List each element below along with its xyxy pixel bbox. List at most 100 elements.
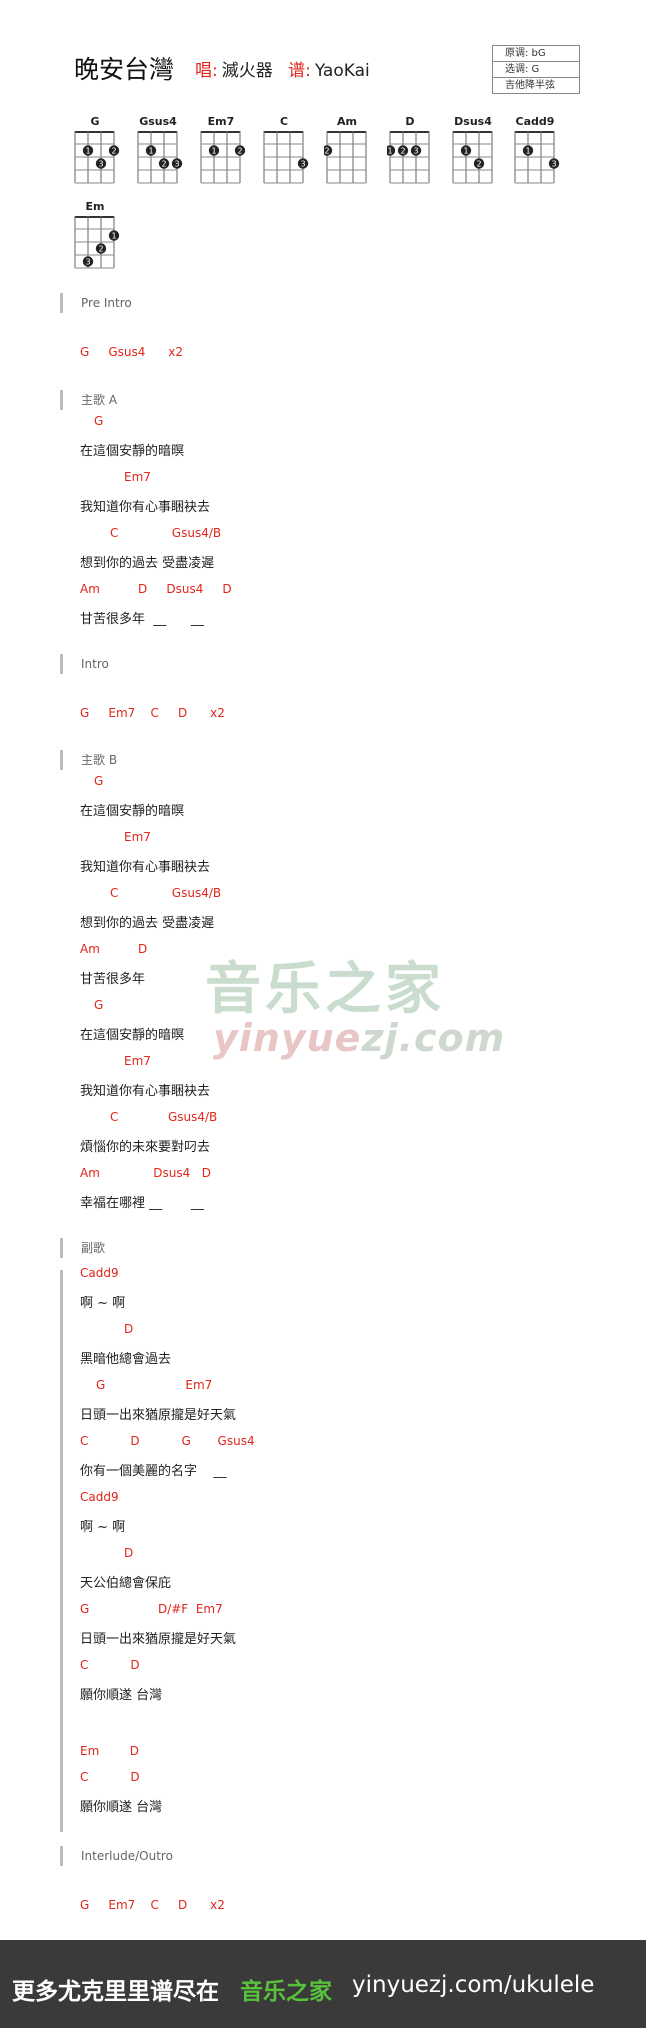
chord-name: Em7 (207, 115, 235, 128)
credits: 唱: 滅火器 谱: YaoKai (195, 56, 380, 81)
finger-number: 2 (400, 147, 405, 156)
chord-line: C D (80, 1658, 140, 1672)
key-info-box: 原调: bG 选调: G 吉他降半弦 (492, 45, 580, 94)
singer-label: 唱: (195, 61, 218, 81)
finger-number: 1 (211, 147, 216, 156)
watermark-url: yinyuezj.com (213, 1016, 505, 1060)
lyric-line: 在這個安靜的暗暝 (80, 804, 185, 819)
chord-line: G (94, 998, 104, 1012)
finger-number: 3 (98, 160, 103, 169)
fretboard-grid: 12 (200, 131, 246, 184)
chord-line: C D (80, 1770, 140, 1784)
chord-line: C Gsus4/B (110, 1110, 218, 1124)
chord-line: Am Dsus4 D (80, 1166, 211, 1180)
lyric-line: 日頭一出來猶原攏是好天氣 (80, 1408, 237, 1423)
chord-name: Am (337, 115, 357, 128)
finger-number: 1 (85, 147, 90, 156)
finger-number: 2 (111, 147, 116, 156)
finger-number: 2 (237, 147, 242, 156)
section-chorus: 副歌 (60, 1238, 105, 1258)
footer-brand[interactable]: 音乐之家 (240, 1972, 332, 2006)
chord-line: D (124, 1546, 134, 1560)
chord-line: Am D Dsus4 D (80, 582, 232, 596)
lyric-line: 幸福在哪裡 __ __ (80, 1196, 205, 1211)
chord-line: G D/#F Em7 (80, 1602, 223, 1616)
chord-line: Cadd9 (80, 1490, 119, 1504)
footer-banner[interactable]: 更多尤克里里谱尽在 音乐之家 yinyuezj.com/ukulele (0, 1940, 646, 2028)
watermark-url-a: yinyue (213, 1016, 362, 1060)
chord-line: G Em7 (96, 1378, 213, 1392)
chord-name: D (405, 115, 415, 128)
lyric-line: 在這個安靜的暗暝 (80, 1028, 185, 1043)
lyric-line: 想到你的過去 受盡凌遲 (80, 916, 215, 931)
fretboard-grid: 123 (137, 131, 183, 184)
watermark-url-b: zj.com (361, 1016, 506, 1060)
chord-diagram: G 132 (72, 115, 132, 187)
chord-diagram: D 123 (387, 115, 447, 187)
finger-number: 3 (300, 160, 305, 169)
chord-name: Dsus4 (454, 115, 492, 128)
chorus-bar (60, 1270, 63, 1832)
chord-diagram: Cadd9 1 3 (512, 115, 572, 187)
lyric-line: 煩惱你的未來要對叼去 (80, 1140, 211, 1155)
lyric-line: 黑暗他總會過去 (80, 1352, 172, 1367)
finger-number: 1 (111, 232, 116, 241)
chord-line: Cadd9 (80, 1266, 119, 1280)
section-verse-b: 主歌 B (60, 750, 117, 770)
lyric-line: 甘苦很多年 __ __ (80, 612, 205, 627)
tuning-note: 吉他降半弦 (505, 80, 555, 91)
song-title: 晚安台灣 (74, 55, 175, 84)
lyric-line: 我知道你有心事睏袂去 (80, 1084, 211, 1099)
lyric-line: 想到你的過去 受盡凌遲 (80, 556, 215, 571)
fretboard-grid: 123 (387, 131, 430, 184)
chord-line: Em7 (124, 1054, 151, 1068)
chord-line: C Gsus4/B (110, 526, 222, 540)
finger-number: 1 (387, 147, 392, 156)
chord-line: G Em7 C D x2 (80, 1898, 225, 1912)
finger-number: 3 (174, 160, 179, 169)
chord-line: Am D (80, 942, 148, 956)
chord-line: G Em7 C D x2 (80, 706, 225, 720)
section-intro: Intro (60, 654, 109, 674)
fretboard-grid: 321 (74, 216, 120, 269)
fretboard-grid: 132 (74, 131, 120, 184)
lyric-line: 願你順遂 台灣 (80, 1800, 163, 1815)
lyric-line: 啊 ~ 啊 (80, 1520, 126, 1535)
chord-name: G (90, 115, 100, 128)
fretboard-grid: 12 (452, 131, 493, 184)
lyric-line: 啊 ~ 啊 (80, 1296, 126, 1311)
chord-line: G (94, 414, 104, 428)
chord-name: Em (85, 200, 105, 213)
watermark-logo: 音乐之家 (205, 957, 445, 1022)
chord-line: Em7 (124, 830, 151, 844)
chord-name: Gsus4 (139, 115, 177, 128)
finger-number: 2 (324, 147, 329, 156)
section-outro: Interlude/Outro (60, 1846, 173, 1866)
chord-name: Cadd9 (515, 115, 555, 128)
lyric-line: 日頭一出來猶原攏是好天氣 (80, 1632, 237, 1647)
finger-number: 3 (413, 147, 418, 156)
finger-number: 3 (85, 258, 90, 267)
finger-number: 1 (525, 147, 530, 156)
fretboard-grid: 2 (324, 131, 367, 184)
chord-line: Em7 (124, 470, 151, 484)
lyric-line: 我知道你有心事睏袂去 (80, 500, 211, 515)
finger-number: 2 (98, 245, 103, 254)
lyric-line: 我知道你有心事睏袂去 (80, 860, 211, 875)
tab-label: 谱: (288, 61, 311, 81)
finger-number: 1 (148, 147, 153, 156)
lyric-line: 在這個安靜的暗暝 (80, 444, 185, 459)
finger-number: 2 (476, 160, 481, 169)
chord-diagram: Gsus4 1 2 3 (135, 115, 195, 187)
original-key: 原调: bG (493, 46, 579, 62)
fretboard-grid: 3 (263, 131, 309, 184)
finger-number: 3 (551, 160, 556, 169)
lyric-line: 願你順遂 台灣 (80, 1688, 163, 1703)
lyric-line: 甘苦很多年 (80, 972, 146, 987)
lyric-line: 你有一個美麗的名字 __ (80, 1464, 227, 1479)
selected-key: 选调: G (493, 62, 579, 78)
footer-url[interactable]: yinyuezj.com/ukulele (352, 1972, 594, 1998)
chord-line: C D G Gsus4 (80, 1434, 255, 1448)
chord-diagram: Dsus4 1 2 (450, 115, 510, 187)
chord-line: G (94, 774, 104, 788)
